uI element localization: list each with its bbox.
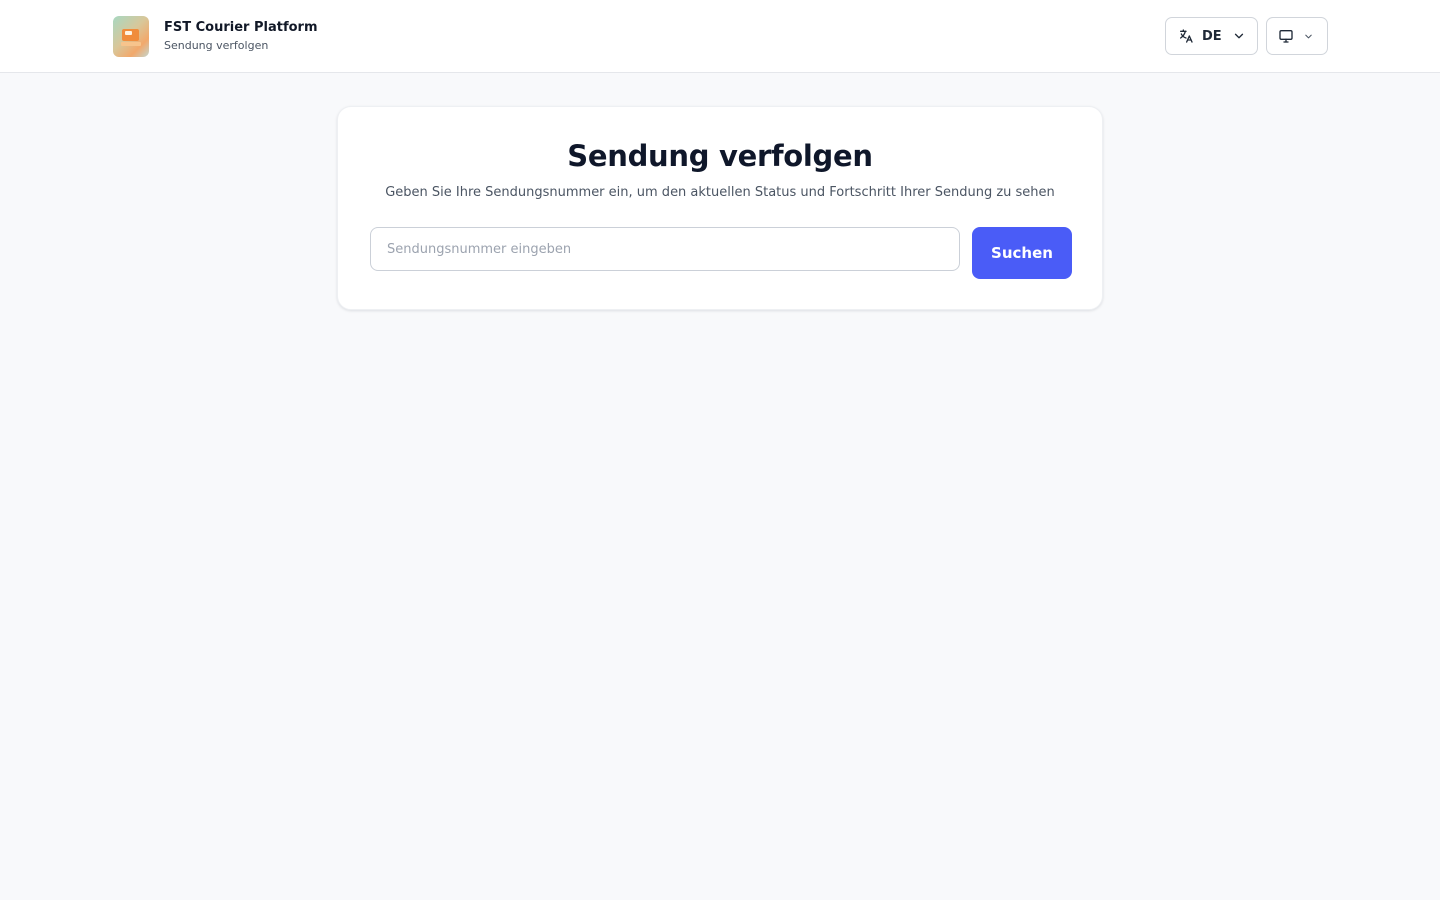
top-header: FST Courier Platform Sendung verfolgen D… (0, 0, 1440, 73)
chevron-down-icon (1232, 29, 1246, 43)
brand-subtitle: Sendung verfolgen (164, 39, 269, 52)
language-selector[interactable]: DE (1165, 17, 1258, 55)
brand-text: FST Courier Platform Sendung verfolgen (164, 19, 318, 54)
tracking-card: Sendung verfolgen Geben Sie Ihre Sendung… (337, 106, 1103, 310)
language-code: DE (1202, 28, 1222, 44)
tracking-number-input[interactable] (370, 227, 960, 271)
brand-title: FST Courier Platform (164, 20, 318, 35)
brand[interactable]: FST Courier Platform Sendung verfolgen (113, 16, 318, 57)
page-title: Sendung verfolgen (567, 139, 873, 173)
delivery-truck-icon (113, 16, 149, 57)
tracking-description: Geben Sie Ihre Sendungsnummer ein, um de… (385, 185, 1055, 200)
monitor-icon (1278, 28, 1294, 44)
device-selector[interactable] (1266, 17, 1328, 55)
chevron-down-icon (1303, 31, 1314, 42)
search-button[interactable]: Suchen (972, 227, 1072, 279)
translate-icon (1178, 28, 1194, 44)
